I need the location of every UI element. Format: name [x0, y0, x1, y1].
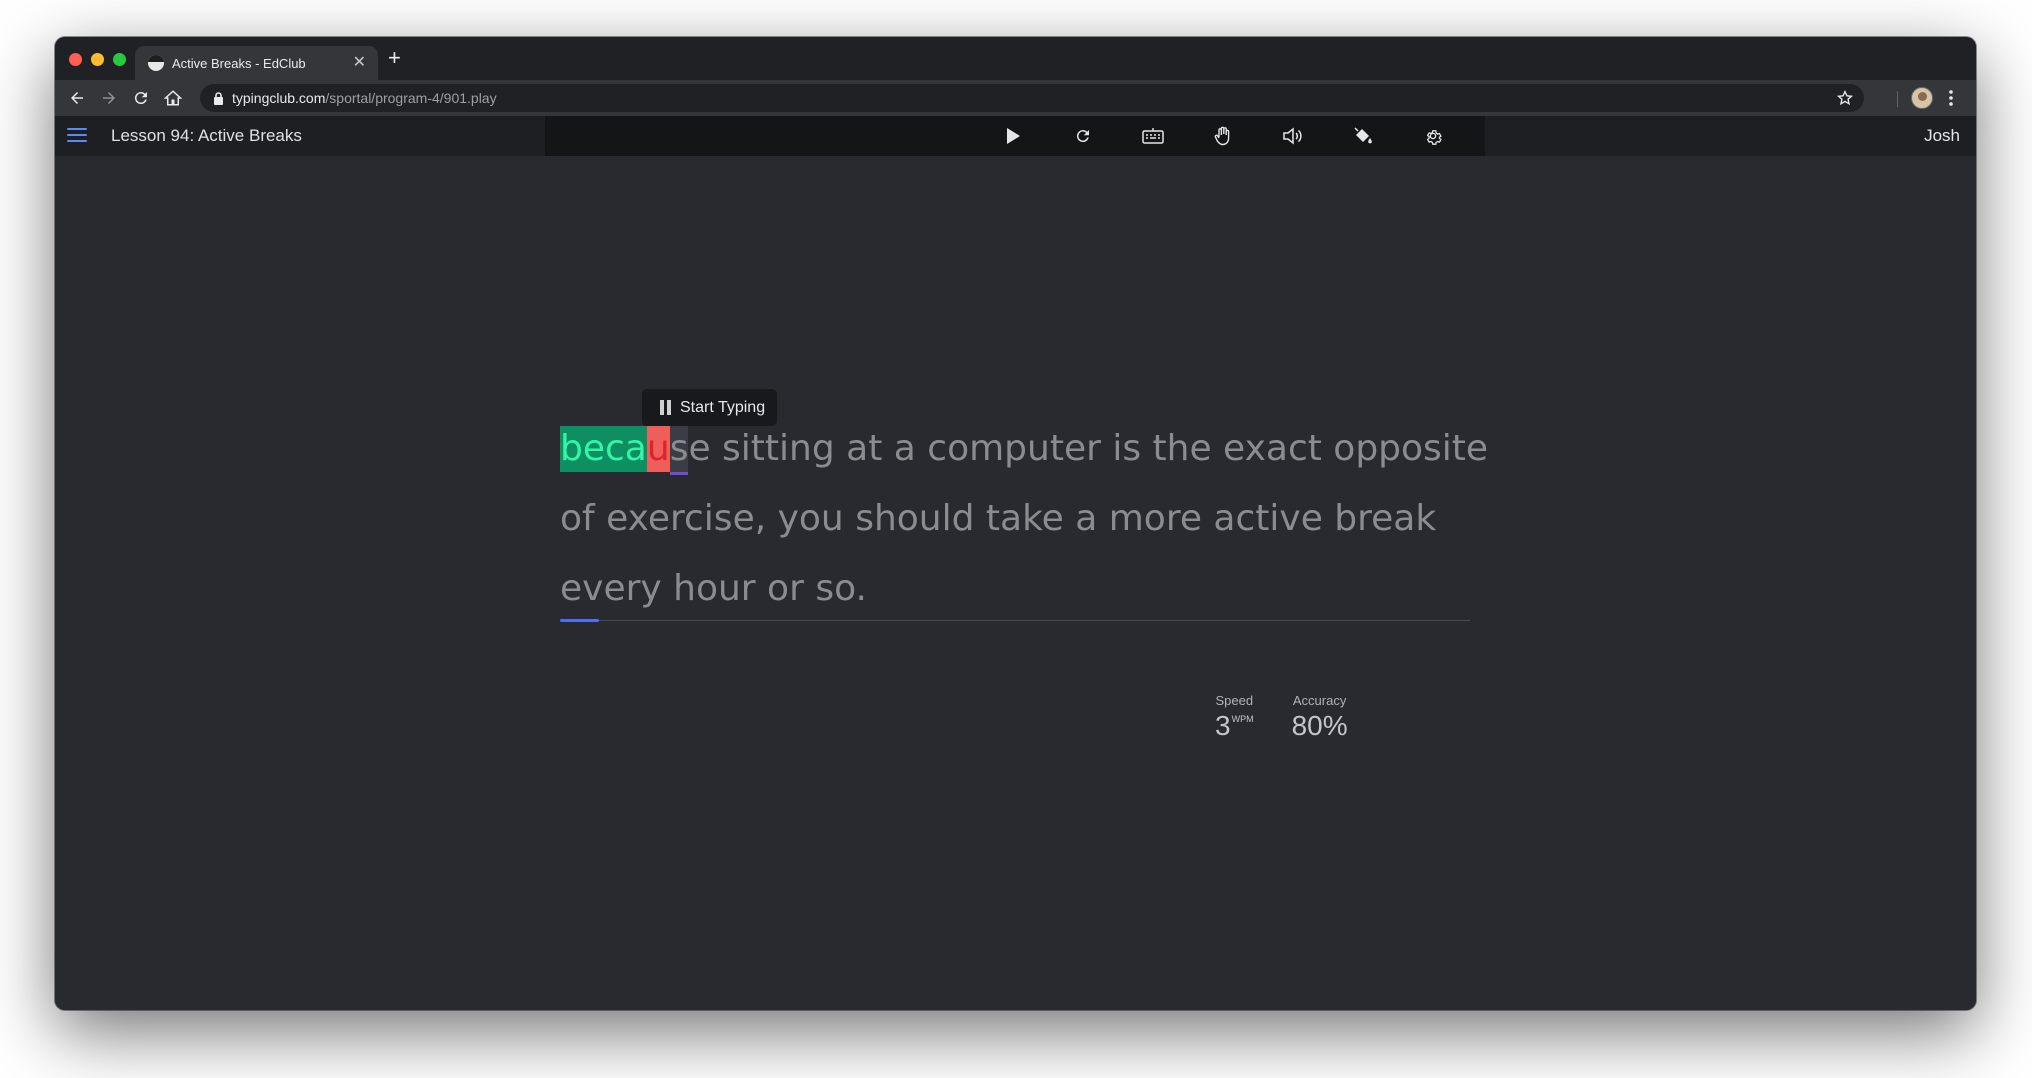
reload-icon [134, 92, 147, 105]
close-window-button[interactable] [69, 53, 82, 66]
forward-arrow-icon [103, 92, 115, 104]
sound-icon [1283, 127, 1302, 145]
text-line-3: every hour or so. [560, 568, 867, 609]
profile-avatar[interactable] [1911, 87, 1933, 109]
accuracy-label: Accuracy [1292, 693, 1347, 708]
speed-stat: Speed 3 WPM [1215, 693, 1254, 742]
app-header: Lesson 94: Active Breaks Josh [55, 116, 1976, 156]
browser-menu-icon[interactable] [1948, 88, 1954, 113]
new-tab-button[interactable]: + [388, 47, 401, 69]
url-text: typingclub.com/sportal/program-4/901.pla… [232, 90, 497, 106]
play-button[interactable] [1000, 124, 1026, 148]
play-icon [1007, 128, 1020, 144]
start-typing-label: Start Typing [680, 398, 766, 416]
home-icon [164, 90, 182, 106]
forward-button[interactable] [97, 86, 121, 110]
restart-icon [1076, 130, 1089, 143]
restart-button[interactable] [1070, 124, 1096, 148]
speed-value: 3 [1215, 710, 1231, 741]
remaining-text: e sitting at a computer is the exact opp… [688, 428, 1489, 469]
stats-panel: Speed 3 WPM Accuracy 80% [1215, 693, 1348, 742]
keyboard-button[interactable] [1140, 124, 1166, 148]
sound-button[interactable] [1280, 124, 1306, 148]
hand-icon [1214, 126, 1230, 146]
edclub-favicon-icon [148, 55, 164, 71]
accuracy-value: 80% [1291, 710, 1348, 741]
speed-label: Speed [1215, 693, 1254, 708]
keyboard-icon [1142, 128, 1164, 144]
theme-bucket-icon [1354, 127, 1372, 144]
tab-title: Active Breaks - EdClub [172, 55, 306, 71]
back-arrow-icon [71, 92, 83, 104]
text-baseline-divider [560, 620, 1470, 621]
accuracy-stat: Accuracy 80% [1292, 693, 1348, 742]
reload-button[interactable] [129, 86, 153, 110]
typed-error-char: u [646, 426, 670, 472]
browser-window: Active Breaks - EdClub ✕ + typingclub.co… [55, 37, 1976, 1010]
maximize-window-button[interactable] [113, 53, 126, 66]
pause-icon [660, 400, 671, 415]
lock-icon [213, 91, 224, 105]
url-host: typingclub.com [232, 90, 326, 106]
typed-correct-text: beca [560, 426, 647, 472]
address-bar[interactable]: typingclub.com/sportal/program-4/901.pla… [200, 84, 1864, 112]
hamburger-menu-icon[interactable] [67, 128, 87, 146]
speed-value-wrap: 3 WPM [1215, 710, 1254, 742]
tab-strip: Active Breaks - EdClub ✕ + [55, 37, 1976, 80]
user-name[interactable]: Josh [1924, 126, 1960, 146]
settings-gear-icon [1426, 130, 1442, 145]
window-controls [69, 53, 126, 66]
start-typing-tooltip[interactable]: Start Typing [642, 389, 777, 433]
lesson-progress-bar [560, 619, 600, 622]
lesson-title: Lesson 94: Active Breaks [111, 126, 302, 145]
tab-close-icon[interactable]: ✕ [353, 55, 366, 71]
text-line-1: because sitting at a computer is the exa… [560, 426, 1488, 496]
lesson-content: Start Typing because sitting at a comput… [55, 156, 1976, 1010]
speed-unit: WPM [1231, 714, 1254, 724]
toolbar-divider [1897, 91, 1898, 107]
hands-button[interactable] [1210, 124, 1236, 148]
home-button[interactable] [161, 86, 185, 110]
settings-button[interactable] [1420, 124, 1446, 148]
text-line-2: of exercise, you should take a more acti… [560, 498, 1437, 539]
back-button[interactable] [65, 86, 89, 110]
browser-tab-active[interactable]: Active Breaks - EdClub ✕ [135, 46, 378, 80]
theme-button[interactable] [1350, 124, 1376, 148]
browser-toolbar: typingclub.com/sportal/program-4/901.pla… [55, 80, 1976, 116]
current-char-cursor: s [669, 426, 689, 475]
typing-text-area[interactable]: because sitting at a computer is the exa… [560, 426, 1488, 636]
bookmark-star-icon[interactable] [1836, 89, 1854, 112]
minimize-window-button[interactable] [91, 53, 104, 66]
url-path: /sportal/program-4/901.play [325, 90, 497, 106]
